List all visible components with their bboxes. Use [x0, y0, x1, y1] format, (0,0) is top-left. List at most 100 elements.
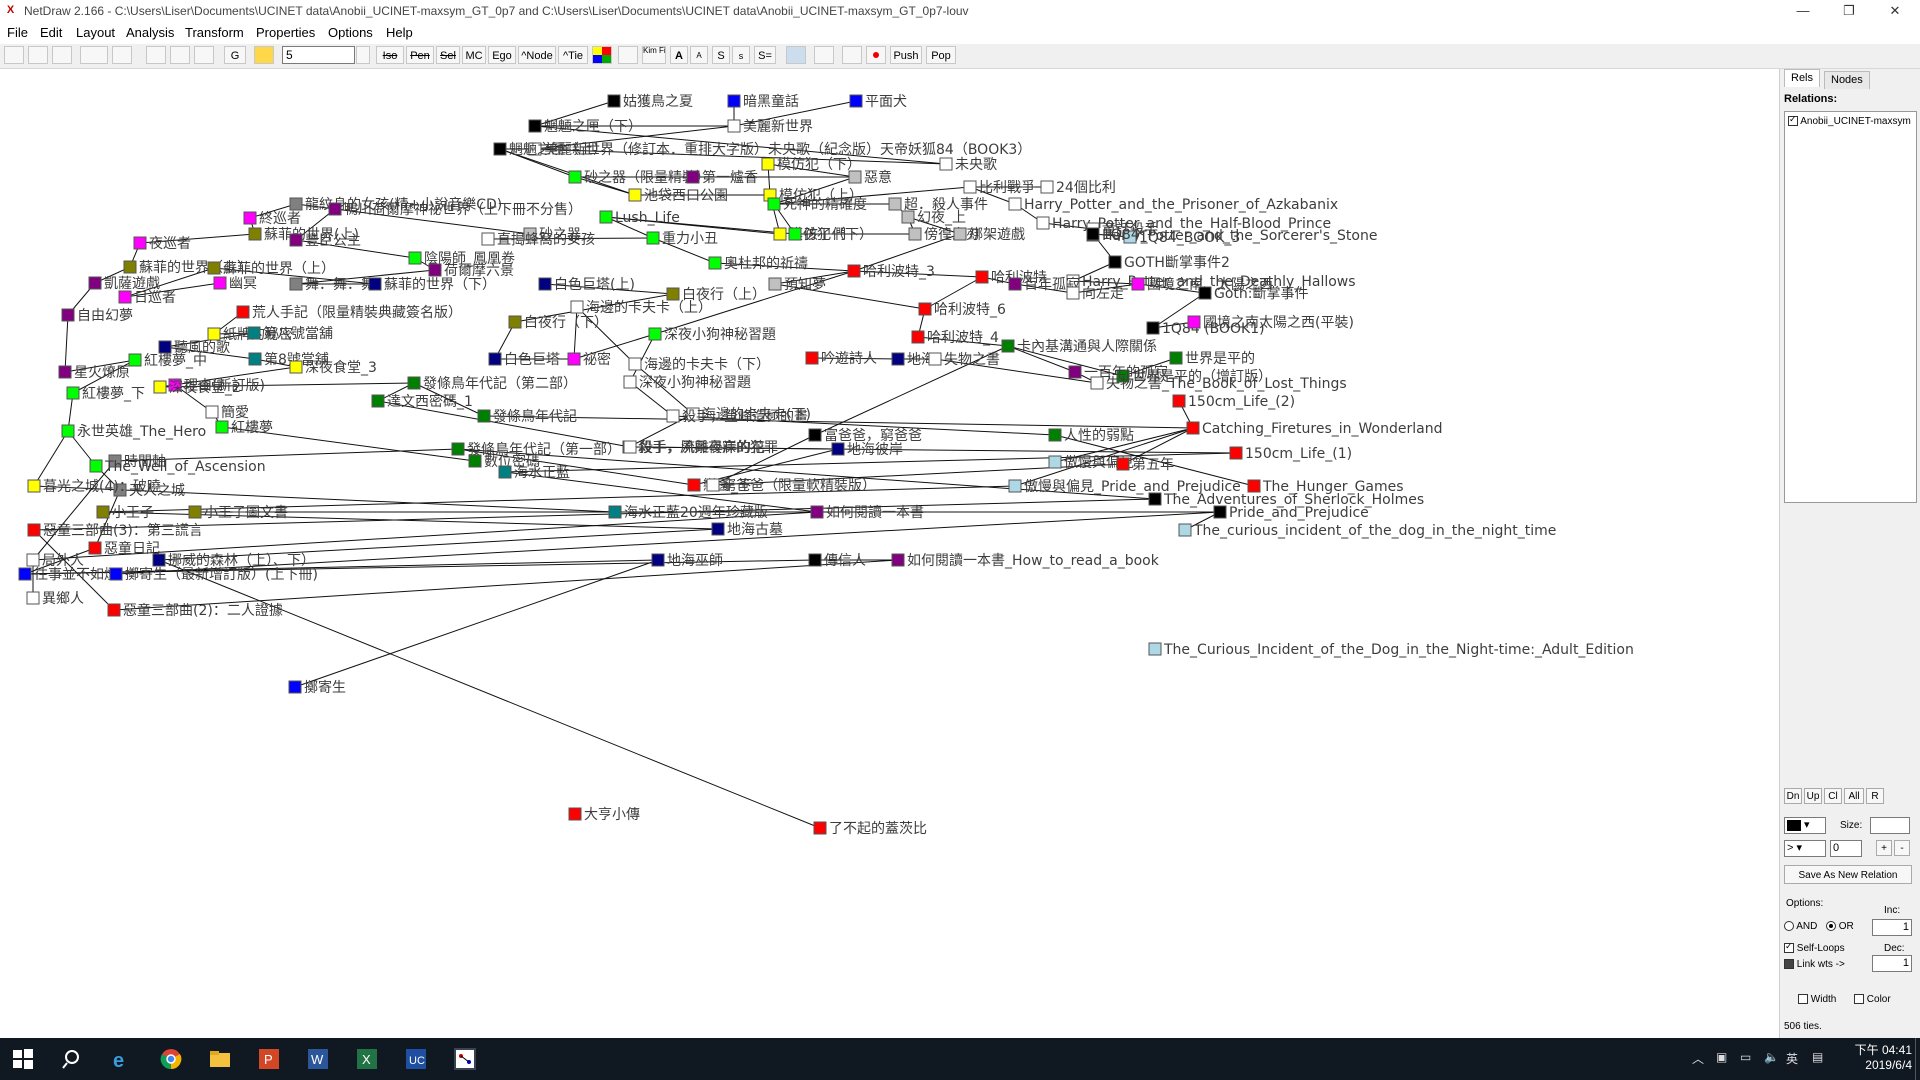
- graph-node[interactable]: 海邊的卡夫卡（上）: [570, 300, 712, 316]
- save-icon[interactable]: [112, 46, 132, 64]
- graph-node[interactable]: 蘇菲的世界（上）: [207, 261, 335, 277]
- node-square[interactable]: [481, 232, 495, 246]
- graph-node[interactable]: 150cm_Life_(2): [1172, 394, 1295, 410]
- open-folder-icon[interactable]: [52, 46, 72, 64]
- graph-node[interactable]: 擲寄生: [288, 679, 346, 696]
- node-square[interactable]: [918, 302, 932, 316]
- ego-button[interactable]: Ego: [488, 46, 516, 64]
- zoom-out-icon[interactable]: [194, 46, 214, 64]
- node-square[interactable]: [666, 287, 680, 301]
- node-square[interactable]: [289, 197, 303, 211]
- node-square[interactable]: [508, 315, 522, 329]
- tie-line[interactable]: [158, 559, 821, 829]
- tab-rels[interactable]: Rels: [1784, 69, 1821, 87]
- node-square[interactable]: [711, 522, 725, 536]
- graph-node[interactable]: 吟遊詩人: [805, 351, 877, 367]
- graph-node[interactable]: 深夜小狗神秘習題: [648, 327, 776, 343]
- node-square[interactable]: [1187, 315, 1201, 329]
- graph-node[interactable]: 死神的精確度: [767, 197, 867, 213]
- node-square[interactable]: [623, 375, 637, 389]
- graph-node[interactable]: 地海巫師: [651, 553, 723, 569]
- internet-explorer-icon[interactable]: e: [111, 1048, 133, 1072]
- node-square[interactable]: [1198, 286, 1212, 300]
- graph-node[interactable]: 發條鳥年代記（第二部）: [407, 375, 577, 392]
- graph-node[interactable]: 模仿犯（下）: [761, 157, 861, 173]
- search-icon[interactable]: [62, 1048, 84, 1070]
- node-square[interactable]: [248, 352, 262, 366]
- node-square[interactable]: [911, 330, 925, 344]
- graph-node[interactable]: 舞．舞．舞: [289, 277, 375, 293]
- close-button[interactable]: ✕: [1872, 0, 1918, 23]
- node-square[interactable]: [810, 505, 824, 519]
- graph-node[interactable]: 殺手，流離尋岸的花: [623, 439, 765, 456]
- node-square[interactable]: [666, 409, 680, 423]
- graph-node[interactable]: 池袋西口公園: [628, 188, 728, 204]
- node-square[interactable]: [1178, 523, 1192, 537]
- graph-node[interactable]: 重力小丑: [646, 231, 718, 247]
- node-square[interactable]: [1148, 492, 1162, 506]
- size-field[interactable]: [1870, 817, 1910, 834]
- node-square[interactable]: [109, 567, 123, 581]
- graph-node[interactable]: 往事並不如煙: [18, 567, 118, 583]
- node-square[interactable]: [1008, 479, 1022, 493]
- node-square[interactable]: [607, 94, 621, 108]
- node-square[interactable]: [288, 680, 302, 694]
- node-square[interactable]: [1008, 197, 1022, 211]
- line-style-icon[interactable]: [786, 46, 806, 64]
- graph-node[interactable]: 150cm_Life_(1): [1229, 446, 1352, 462]
- ime-indicator[interactable]: 英: [1786, 1050, 1798, 1067]
- label-size-up-button[interactable]: A: [670, 46, 688, 64]
- graph-node[interactable]: 達文西密碼_1: [371, 393, 473, 410]
- network-status-icon[interactable]: ▣: [1716, 1050, 1727, 1064]
- node-button[interactable]: ^Node: [518, 46, 556, 64]
- or-radio[interactable]: [1826, 921, 1836, 932]
- restore-button[interactable]: ❐: [1826, 0, 1872, 23]
- node-square[interactable]: [1048, 455, 1062, 469]
- node-square[interactable]: [1172, 394, 1186, 408]
- operator-select[interactable]: > ▾: [1784, 840, 1826, 857]
- menu-edit[interactable]: Edit: [40, 25, 62, 40]
- tie-button[interactable]: ^Tie: [558, 46, 588, 64]
- node-square[interactable]: [158, 340, 172, 354]
- graph-node[interactable]: 殺手，登峰造極的畫: [666, 409, 808, 425]
- graph-node[interactable]: 星火燎原: [58, 365, 130, 381]
- node-square[interactable]: [651, 553, 665, 567]
- graph-node[interactable]: 第一爐香: [686, 169, 758, 186]
- save-as-new-relation-button[interactable]: Save As New Relation: [1784, 865, 1912, 884]
- node-square[interactable]: [891, 352, 905, 366]
- node-square[interactable]: [1048, 428, 1062, 442]
- powerpoint-icon[interactable]: P: [258, 1048, 280, 1070]
- graph-node[interactable]: 大亨小傳: [568, 806, 640, 823]
- graph-node[interactable]: Lush_Life: [599, 210, 680, 226]
- graph-node[interactable]: 直搗蜂窩的女孩: [481, 231, 595, 248]
- node-square[interactable]: [26, 591, 40, 605]
- self-loops-checkbox[interactable]: [1784, 941, 1794, 954]
- graph-node[interactable]: 蘇菲的世界（下）: [368, 277, 496, 293]
- minus-button[interactable]: -: [1894, 840, 1910, 856]
- graph-node[interactable]: 海邊的卡夫卡（下）: [628, 357, 770, 373]
- graph-node[interactable]: 小王子圖文書: [188, 505, 288, 521]
- node-square[interactable]: [928, 352, 942, 366]
- node-square[interactable]: [891, 553, 905, 567]
- node-square[interactable]: [153, 380, 167, 394]
- graph-node[interactable]: 了不起的蓋茨比: [813, 821, 927, 837]
- node-square[interactable]: [1146, 321, 1160, 335]
- node-square[interactable]: [1229, 446, 1243, 460]
- volume-icon[interactable]: 🔈: [1764, 1050, 1779, 1064]
- graph-node[interactable]: Goth:斷掌事件: [1198, 286, 1309, 302]
- network-graph[interactable]: 姑獲鳥之夏 暗黑童話 平面犬魍魎之匣（下） 美麗新世界美麗新世界（修訂本．重排大字版）…: [0, 69, 1778, 1038]
- node-square[interactable]: [788, 227, 802, 241]
- color-checkbox[interactable]: [1854, 994, 1864, 1005]
- dec-field[interactable]: 1: [1872, 955, 1912, 972]
- node-square[interactable]: [727, 94, 741, 108]
- chrome-icon[interactable]: [160, 1048, 182, 1070]
- label-size-down-button[interactable]: A: [690, 46, 708, 64]
- node-square[interactable]: [687, 478, 701, 492]
- netdraw-taskbar-icon[interactable]: [454, 1048, 476, 1070]
- graph-node[interactable]: Catching_Firetures_in_Wonderland: [1186, 421, 1442, 437]
- node-square[interactable]: [1040, 180, 1054, 194]
- word-icon[interactable]: W: [307, 1048, 329, 1070]
- node-square[interactable]: [773, 227, 787, 241]
- node-square[interactable]: [628, 357, 642, 371]
- node-square[interactable]: [27, 479, 41, 493]
